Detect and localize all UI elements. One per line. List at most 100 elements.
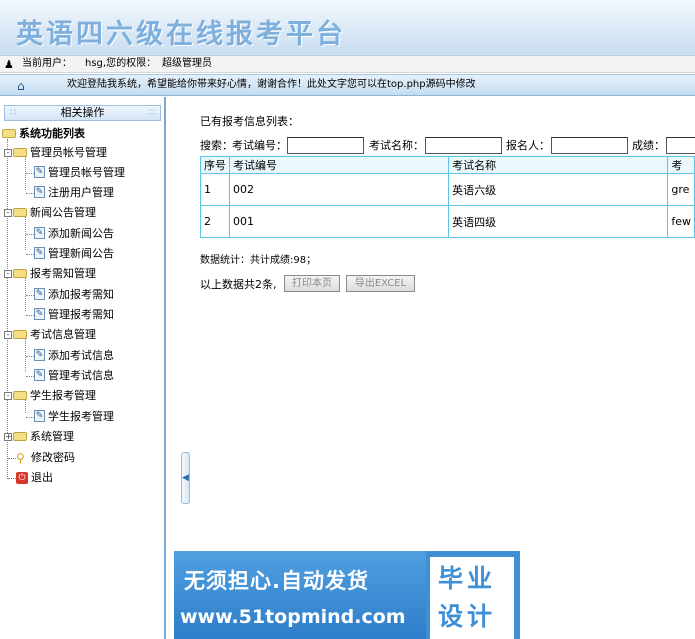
export-excel-button[interactable]: 导出EXCEL xyxy=(346,275,415,292)
table-header-row: 序号 考试编号 考试名称 考 xyxy=(200,156,695,174)
collapse-icon[interactable]: - xyxy=(4,209,12,217)
applicant-input[interactable] xyxy=(551,137,628,154)
column-header: 考 xyxy=(667,156,695,174)
edit-icon: ✎ xyxy=(34,288,45,300)
search-prefix: 搜索： xyxy=(200,139,233,152)
user-bar: ♟ 当前用户： hsg,您的权限： 超级管理员 xyxy=(0,56,695,73)
edit-icon: ✎ xyxy=(34,166,45,178)
table-cell: 英语六级 xyxy=(448,173,669,206)
exam-no-input[interactable] xyxy=(287,137,364,154)
tree-item-add-news[interactable]: ✎ 添加新闻公告 xyxy=(26,225,114,243)
grip-icon: ∷ xyxy=(10,108,16,118)
tree-group-admin-accounts[interactable]: - 管理员帐号管理 xyxy=(4,144,107,162)
main-content: 已有报考信息列表： 搜索： 考试编号： 考试名称： 报名人： 成绩： 序号 考试… xyxy=(168,97,695,547)
exam-no-label: 考试编号： xyxy=(232,139,287,152)
edit-icon: ✎ xyxy=(34,349,45,361)
table-cell: 2 xyxy=(200,205,230,238)
table-cell: 001 xyxy=(228,205,450,238)
table-row[interactable]: 2 001 英语四级 few xyxy=(200,205,695,238)
current-user-name: hsg,您的权限： xyxy=(85,58,157,69)
tree-item-admin-accounts[interactable]: ✎ 管理员帐号管理 xyxy=(26,164,125,182)
expand-icon[interactable]: + xyxy=(4,433,12,441)
app-header: 英语四六级在线报考平台 xyxy=(0,0,695,56)
tree-group-exam-info[interactable]: - 考试信息管理 xyxy=(4,326,96,344)
tree-group-label: 管理员帐号管理 xyxy=(30,146,107,159)
tree-group-label: 学生报考管理 xyxy=(30,389,96,402)
ad-banner-left: 无须担心.自动发货 www.51topmind.com xyxy=(174,551,426,639)
tree-item-change-password[interactable]: ⚲ 修改密码 xyxy=(8,449,75,467)
exam-name-label: 考试名称： xyxy=(369,139,424,152)
tree-item-label: 管理新闻公告 xyxy=(48,247,114,260)
edit-icon: ✎ xyxy=(34,410,45,422)
tree-root[interactable]: 系统功能列表 xyxy=(2,125,85,143)
collapse-icon[interactable]: - xyxy=(4,331,12,339)
grip-icon: ∷ xyxy=(149,108,155,118)
tree-item-label: 添加新闻公告 xyxy=(48,227,114,240)
tree-item-label: 退出 xyxy=(31,471,53,484)
tree-group-system[interactable]: + 系统管理 xyxy=(4,428,74,446)
tree-group-exam-notice[interactable]: - 报考需知管理 xyxy=(4,265,96,283)
edit-icon: ✎ xyxy=(34,369,45,381)
table-cell: 英语四级 xyxy=(448,205,669,238)
tree-item-manage-news[interactable]: ✎ 管理新闻公告 xyxy=(26,245,114,263)
table-cell: 002 xyxy=(228,173,450,206)
ad-banner-right: 毕业 设计 xyxy=(430,557,514,639)
sidebar-header-label: 相关操作 xyxy=(60,106,105,119)
edit-icon: ✎ xyxy=(34,247,45,259)
tree-item-label: 学生报考管理 xyxy=(48,410,114,423)
tree-item-label: 管理考试信息 xyxy=(48,369,114,382)
column-header: 考试名称 xyxy=(448,156,669,174)
ad-word-2: 设计 xyxy=(438,602,497,631)
exam-name-input[interactable] xyxy=(425,137,502,154)
sidebar: ∷ 相关操作 ∷ 系统功能列表 - 管理员帐号管理 ✎ 管理员帐号管理 ✎ 注册用户管… xyxy=(0,97,166,639)
tree-item-label: 修改密码 xyxy=(31,451,75,464)
key-icon: ⚲ xyxy=(16,451,25,465)
tree-item-label: 管理员帐号管理 xyxy=(48,166,125,179)
tree-item-logout[interactable]: ⏻ 退出 xyxy=(8,469,53,487)
tree-item-add-notice[interactable]: ✎ 添加报考需知 xyxy=(26,286,114,304)
tree-item-label: 添加考试信息 xyxy=(48,349,114,362)
home-icon[interactable]: ⌂ xyxy=(17,76,25,96)
table-cell: few xyxy=(667,205,695,238)
column-header: 序号 xyxy=(200,156,230,174)
collapse-icon[interactable]: - xyxy=(4,392,12,400)
user-icon: ♟ xyxy=(4,58,14,71)
registration-table: 序号 考试编号 考试名称 考 1 002 英语六级 gre 2 001 英语四级… xyxy=(200,156,695,238)
ad-banner[interactable]: 无须担心.自动发货 www.51topmind.com 毕业 设计 xyxy=(174,551,520,639)
print-page-button[interactable]: 打印本页 xyxy=(284,275,340,292)
current-user-label: 当前用户： xyxy=(22,58,72,69)
exit-icon: ⏻ xyxy=(16,472,28,484)
collapse-icon[interactable]: - xyxy=(4,149,12,157)
data-statistics: 数据统计：共计成绩:98； xyxy=(200,255,317,266)
ad-url: www.51topmind.com xyxy=(180,606,406,628)
tree-item-manage-exam[interactable]: ✎ 管理考试信息 xyxy=(26,367,114,385)
folder-open-icon xyxy=(2,128,16,138)
tree-group-student-registration[interactable]: - 学生报考管理 xyxy=(4,387,96,405)
tree-group-label: 新闻公告管理 xyxy=(30,206,96,219)
tree-item-add-exam[interactable]: ✎ 添加考试信息 xyxy=(26,347,114,365)
table-cell: gre xyxy=(667,173,695,206)
site-title: 英语四六级在线报考平台 xyxy=(16,19,346,50)
tree-group-news[interactable]: - 新闻公告管理 xyxy=(4,204,96,222)
edit-icon: ✎ xyxy=(34,186,45,198)
tree-item-manage-notice[interactable]: ✎ 管理报考需知 xyxy=(26,306,114,324)
tree-item-label: 注册用户管理 xyxy=(48,186,114,199)
tree-item-label: 添加报考需知 xyxy=(48,288,114,301)
score-input[interactable] xyxy=(666,137,695,154)
tree-root-label: 系统功能列表 xyxy=(19,127,85,140)
tree-item-registered-users[interactable]: ✎ 注册用户管理 xyxy=(26,184,114,202)
tree-item-label: 管理报考需知 xyxy=(48,308,114,321)
sidebar-header: ∷ 相关操作 ∷ xyxy=(4,105,161,121)
tree-group-label: 考试信息管理 xyxy=(30,328,96,341)
table-row[interactable]: 1 002 英语六级 gre xyxy=(200,173,695,206)
welcome-bar: ⌂ 欢迎登陆我系统，希望能给你带来好心情，谢谢合作！此处文字您可以在top.ph… xyxy=(0,74,695,96)
tree-group-label: 报考需知管理 xyxy=(30,267,96,280)
table-cell: 1 xyxy=(200,173,230,206)
list-title: 已有报考信息列表： xyxy=(200,115,299,128)
tree-group-label: 系统管理 xyxy=(30,430,74,443)
current-user-role: 超级管理员 xyxy=(162,58,212,69)
welcome-text: 欢迎登陆我系统，希望能给你带来好心情，谢谢合作！此处文字您可以在top.php源… xyxy=(67,79,476,90)
collapse-icon[interactable]: - xyxy=(4,270,12,278)
edit-icon: ✎ xyxy=(34,308,45,320)
tree-item-student-registration[interactable]: ✎ 学生报考管理 xyxy=(26,408,114,426)
